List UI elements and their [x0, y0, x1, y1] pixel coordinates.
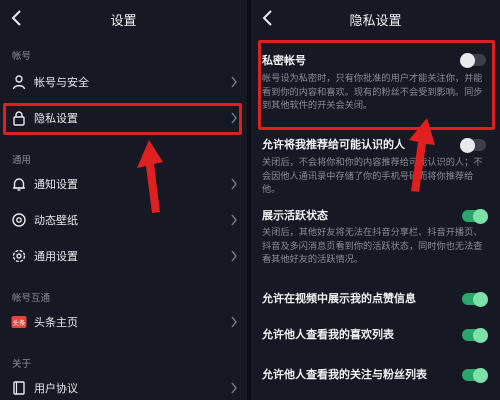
settings-item-general[interactable]: 通用设置	[0, 240, 247, 272]
bell-icon	[13, 178, 25, 191]
toggle-knob	[473, 367, 488, 383]
page-title: 设置	[110, 14, 137, 29]
chevron-right-icon	[231, 250, 237, 262]
show-follow-lists-toggle[interactable]	[462, 367, 488, 383]
chevron-right-icon	[231, 214, 237, 226]
section-header-about: 关于	[12, 359, 32, 370]
highlight-box-privacy	[3, 103, 242, 135]
gear-icon	[12, 249, 26, 263]
settings-item-live-wallpaper[interactable]: 动态壁纸	[0, 204, 247, 236]
show-likes-in-videos-toggle[interactable]	[462, 291, 488, 307]
toggle-knob	[473, 208, 488, 224]
book-icon	[13, 381, 25, 395]
user-icon	[12, 75, 26, 90]
toggle-knob	[460, 137, 475, 153]
item-label: 动态壁纸	[34, 214, 78, 227]
recommend-to-contacts-toggle[interactable]	[460, 137, 486, 153]
setting-title-show-follow-lists: 允许他人查看我的关注与粉丝列表	[262, 368, 427, 381]
svg-text:头条: 头条	[13, 318, 27, 327]
chevron-right-icon	[231, 316, 237, 328]
setting-title-show-liked-list: 允许他人查看我的喜欢列表	[262, 328, 394, 341]
chevron-right-icon	[231, 382, 237, 394]
wallpaper-icon	[12, 213, 26, 227]
setting-desc-recommend-to-contacts: 关闭后，不会将你和你的内容推荐给可能认识的人；不会因他人通讯录中存储了你的手机号…	[262, 157, 483, 195]
chevron-right-icon	[231, 178, 237, 190]
item-label: 头条主页	[34, 316, 78, 329]
top-bar: 隐私设置	[251, 0, 500, 38]
settings-item-account-security[interactable]: 帐号与安全	[0, 66, 247, 98]
show-liked-list-toggle[interactable]	[462, 327, 488, 343]
settings-item-toutiao-home[interactable]: 头条 头条主页	[0, 306, 247, 338]
item-label: 帐号与安全	[34, 76, 89, 89]
toggle-knob	[473, 291, 488, 307]
section-header-account-link: 帐号互通	[12, 293, 51, 304]
top-bar: 设置	[0, 0, 247, 38]
active-status-toggle[interactable]	[462, 208, 488, 224]
item-label: 通知设置	[34, 178, 78, 191]
page-title: 隐私设置	[349, 14, 402, 29]
settings-screen: 设置 帐号 帐号与安全 隐私设置 通用 通知设置 动态壁纸 通用设置 帐号互通 …	[0, 0, 247, 400]
highlight-box-private-account	[258, 40, 495, 130]
setting-title-active-status: 展示活跃状态	[262, 209, 328, 222]
chevron-right-icon	[231, 76, 237, 88]
settings-item-user-agreement[interactable]: 用户协议	[0, 372, 247, 400]
toutiao-logo-icon: 头条	[11, 316, 27, 328]
section-header-account: 帐号	[12, 51, 32, 62]
setting-desc-active-status: 关闭后，其他好友将无法在抖音分享栏、抖音开播页、抖音及多闪消息页看到你的活跃状态…	[262, 227, 483, 265]
item-label: 用户协议	[34, 382, 78, 395]
section-header-general: 通用	[12, 155, 32, 166]
setting-title-show-likes-in-videos: 允许在视频中展示我的点赞信息	[262, 292, 416, 305]
toggle-knob	[473, 327, 488, 343]
setting-title-recommend-to-contacts: 允许将我推荐给可能认识的人	[262, 138, 405, 151]
settings-item-notifications[interactable]: 通知设置	[0, 168, 247, 200]
privacy-settings-screen: 隐私设置 私密帐号 帐号设为私密时，只有你批准的用户才能关注你，并能看到你的内容…	[251, 0, 500, 400]
item-label: 通用设置	[34, 250, 78, 263]
